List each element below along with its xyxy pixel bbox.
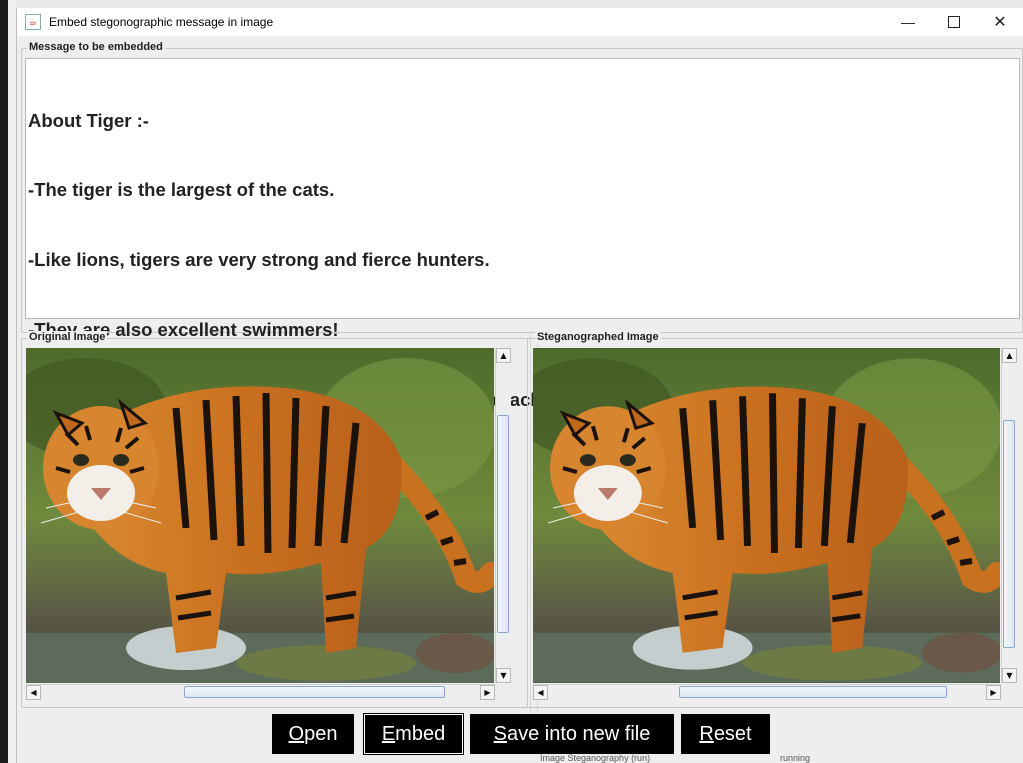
title-bar: ☕ Embed stegonographic message in image …: [17, 8, 1023, 36]
save-mnemonic: S: [493, 722, 507, 745]
open-mnemonic: O: [288, 722, 305, 745]
java-cup-icon: ☕: [25, 14, 41, 30]
maximize-icon[interactable]: [931, 8, 977, 36]
vertical-scroll-thumb[interactable]: [497, 415, 509, 633]
stego-horizontal-scrollbar[interactable]: ◀ ▶: [533, 684, 1001, 700]
original-vertical-scrollbar[interactable]: ▲ ▼: [495, 348, 511, 683]
reset-mnemonic: R: [699, 722, 714, 745]
desktop-background: [0, 0, 16, 763]
message-panel-label: Message to be embedded: [27, 41, 165, 53]
save-label: ave into new file: [506, 722, 651, 745]
scroll-right-icon[interactable]: ▶: [480, 685, 495, 700]
stego-vertical-scrollbar[interactable]: ▲ ▼: [1001, 348, 1017, 683]
message-line: -Like lions, tigers are very strong and …: [28, 249, 490, 271]
reset-label: eset: [713, 722, 752, 745]
close-icon[interactable]: ✕: [977, 8, 1023, 36]
scroll-right-icon[interactable]: ▶: [986, 685, 1001, 700]
background-window-edge: [8, 0, 16, 763]
embed-mnemonic: E: [381, 722, 396, 745]
horizontal-scroll-thumb[interactable]: [184, 686, 445, 698]
background-task-status: running: [780, 753, 811, 763]
tiger-image: [26, 348, 494, 683]
background-task-item: Image Steganography (run): [540, 753, 651, 763]
embed-button[interactable]: Embed: [363, 713, 464, 755]
open-label: pen: [304, 722, 338, 745]
message-textarea[interactable]: About Tiger :- -The tiger is the largest…: [25, 58, 1020, 480]
reset-button[interactable]: Reset: [681, 714, 770, 754]
button-row: Open Embed Save into new file Reset: [17, 712, 1023, 755]
scroll-down-icon[interactable]: ▼: [1002, 668, 1017, 683]
scroll-up-icon[interactable]: ▲: [1002, 348, 1017, 363]
message-line: -The tiger is the largest of the cats.: [28, 179, 335, 201]
app-window: ☕ Embed stegonographic message in image …: [16, 8, 1023, 763]
window-title: Embed stegonographic message in image: [49, 15, 274, 29]
scroll-left-icon[interactable]: ◀: [533, 685, 548, 700]
scroll-left-icon[interactable]: ◀: [26, 685, 41, 700]
minimize-icon[interactable]: —: [885, 8, 931, 36]
save-button[interactable]: Save into new file: [470, 714, 674, 754]
original-horizontal-scrollbar[interactable]: ◀ ▶: [26, 684, 495, 700]
horizontal-scroll-thumb[interactable]: [679, 686, 947, 698]
tiger-image: [533, 348, 1000, 683]
vertical-scroll-thumb[interactable]: [1003, 420, 1015, 648]
open-button[interactable]: Open: [272, 714, 354, 754]
embed-label: mbed: [395, 722, 446, 745]
scroll-up-icon[interactable]: ▲: [496, 348, 511, 363]
original-image-label: Original Image: [27, 331, 108, 343]
steganographed-image: [533, 348, 1000, 683]
original-image: [26, 348, 494, 683]
scroll-down-icon[interactable]: ▼: [496, 668, 511, 683]
message-line: About Tiger :-: [28, 109, 149, 131]
stego-image-label: Steganographed Image: [535, 331, 661, 343]
